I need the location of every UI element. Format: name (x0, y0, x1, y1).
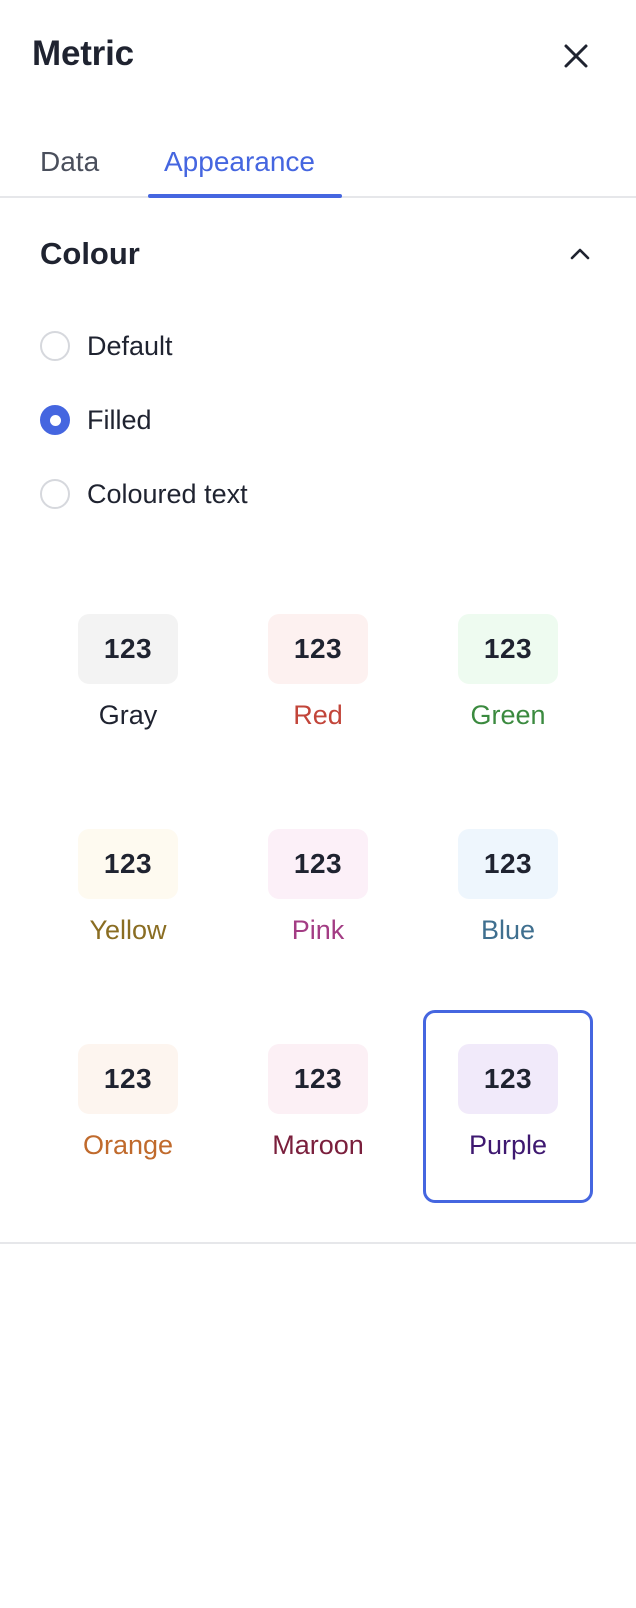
section-divider (0, 1242, 636, 1244)
swatch-chip: 123 (268, 829, 368, 899)
radio-label-filled: Filled (87, 404, 152, 435)
section-title: Colour (40, 236, 140, 271)
radio-coloured-text[interactable] (40, 479, 70, 509)
swatch-label: Blue (480, 915, 536, 945)
swatch-blue[interactable]: 123 Blue (423, 795, 593, 988)
swatch-chip: 123 (458, 829, 558, 899)
swatch-red[interactable]: 123 Red (233, 580, 403, 773)
swatch-label: Gray (98, 700, 158, 730)
swatch-pink[interactable]: 123 Pink (233, 795, 403, 988)
swatch-chip: 123 (458, 614, 558, 684)
radio-option-coloured-text[interactable]: Coloured text (40, 474, 248, 514)
swatch-chip: 123 (78, 1044, 178, 1114)
swatch-label: Maroon (272, 1130, 364, 1160)
swatch-yellow[interactable]: 123 Yellow (43, 795, 213, 988)
chevron-up-icon (570, 248, 590, 260)
active-tab-indicator (148, 194, 342, 198)
swatch-purple[interactable]: 123 Purple (423, 1010, 593, 1203)
swatch-maroon[interactable]: 123 Maroon (233, 1010, 403, 1203)
radio-default[interactable] (40, 331, 70, 361)
swatch-chip: 123 (268, 614, 368, 684)
tab-appearance[interactable]: Appearance (148, 144, 331, 196)
panel-title: Metric (32, 34, 134, 73)
swatch-chip: 123 (458, 1044, 558, 1114)
radio-option-filled[interactable]: Filled (40, 400, 152, 440)
swatch-chip: 123 (78, 614, 178, 684)
swatch-label: Green (470, 700, 546, 730)
swatch-chip: 123 (78, 829, 178, 899)
metric-settings-panel: Metric Data Appearance Colour Default Fi… (0, 0, 636, 1608)
radio-label-default: Default (87, 330, 173, 361)
close-button[interactable] (556, 36, 596, 76)
swatch-chip: 123 (268, 1044, 368, 1114)
swatch-label: Yellow (89, 915, 167, 945)
radio-filled[interactable] (40, 405, 70, 435)
swatch-label: Pink (291, 915, 345, 945)
tab-data[interactable]: Data (24, 144, 115, 196)
close-icon (564, 44, 588, 68)
collapse-toggle[interactable] (564, 238, 596, 270)
swatch-gray[interactable]: 123 Gray (43, 580, 213, 773)
colour-section-header[interactable]: Colour (40, 226, 596, 282)
swatch-green[interactable]: 123 Green (423, 580, 593, 773)
radio-label-coloured-text: Coloured text (87, 478, 248, 509)
swatch-label: Orange (82, 1130, 174, 1160)
tab-bar: Data Appearance (0, 130, 636, 198)
panel-header: Metric (32, 28, 596, 84)
swatch-orange[interactable]: 123 Orange (43, 1010, 213, 1203)
swatch-label: Purple (468, 1130, 548, 1160)
swatch-label: Red (293, 700, 343, 730)
radio-option-default[interactable]: Default (40, 326, 173, 366)
